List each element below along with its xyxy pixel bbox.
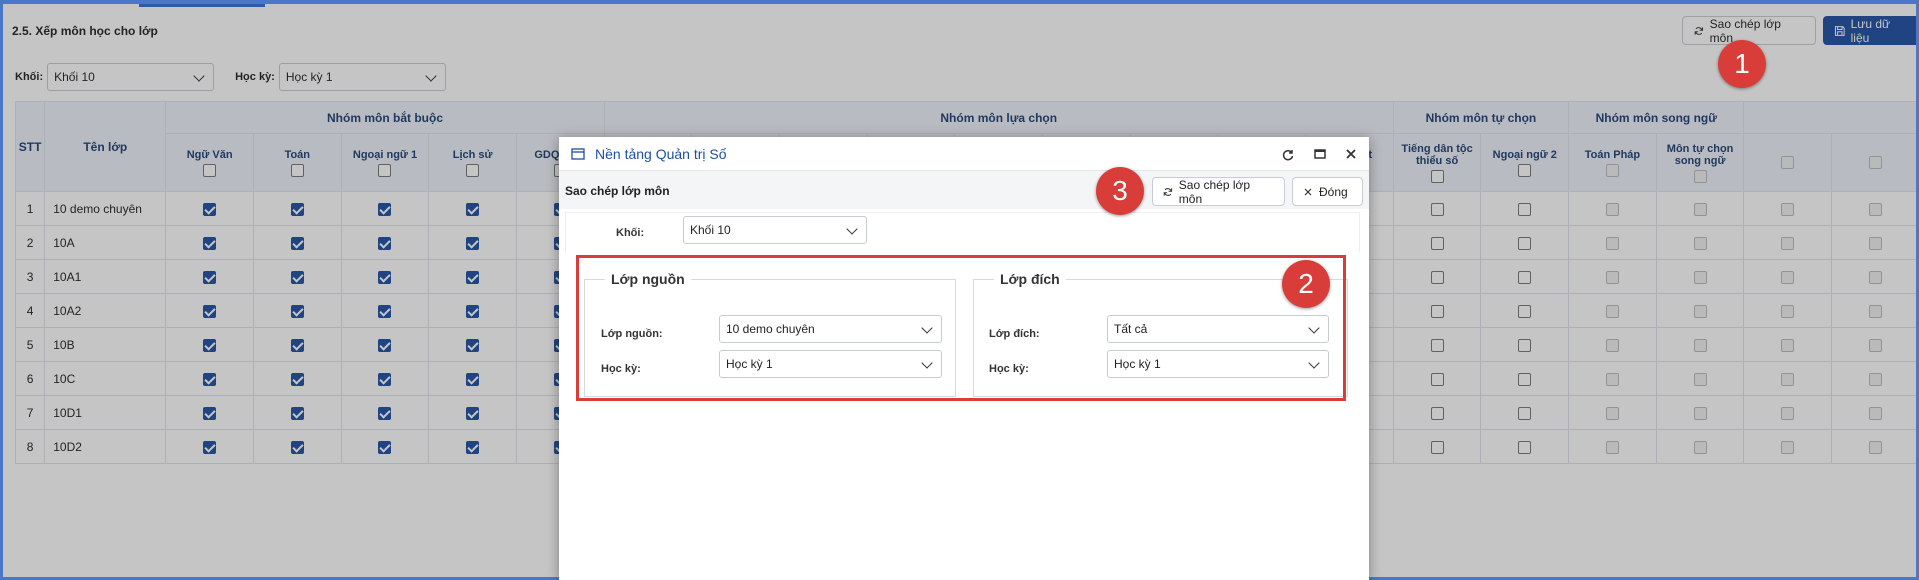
highlight-box bbox=[576, 255, 1346, 401]
callout-3: 3 bbox=[1096, 167, 1144, 215]
dialog-subtitle: Sao chép lớp môn bbox=[565, 184, 670, 198]
dialog-close-button[interactable]: Đóng bbox=[1292, 177, 1363, 206]
dialog-khoi-label: Khối: bbox=[616, 227, 645, 239]
dialog-khoi-value: Khối 10 bbox=[690, 223, 731, 237]
refresh-icon[interactable] bbox=[1280, 146, 1296, 162]
dialog-window-title: Nền tảng Quản trị Số bbox=[595, 145, 727, 162]
window-icon bbox=[571, 147, 585, 160]
close-icon bbox=[1304, 188, 1312, 195]
dialog-khoi-select[interactable]: Khối 10 bbox=[683, 216, 867, 244]
callout-2: 2 bbox=[1282, 260, 1330, 308]
close-icon[interactable] bbox=[1343, 146, 1359, 162]
dialog-close-label: Đóng bbox=[1319, 184, 1348, 199]
dialog-titlebar: Nền tảng Quản trị Số bbox=[559, 137, 1369, 171]
maximize-icon[interactable] bbox=[1312, 146, 1328, 162]
callout-1: 1 bbox=[1718, 40, 1766, 88]
refresh-icon bbox=[1163, 187, 1173, 196]
dialog-copy-label: Sao chép lớp môn bbox=[1178, 177, 1251, 206]
dialog-khoi-row: Khối: Khối 10 bbox=[565, 212, 1360, 252]
chevron-down-icon bbox=[846, 223, 858, 235]
dialog-copy-button[interactable]: Sao chép lớp môn bbox=[1152, 177, 1285, 206]
